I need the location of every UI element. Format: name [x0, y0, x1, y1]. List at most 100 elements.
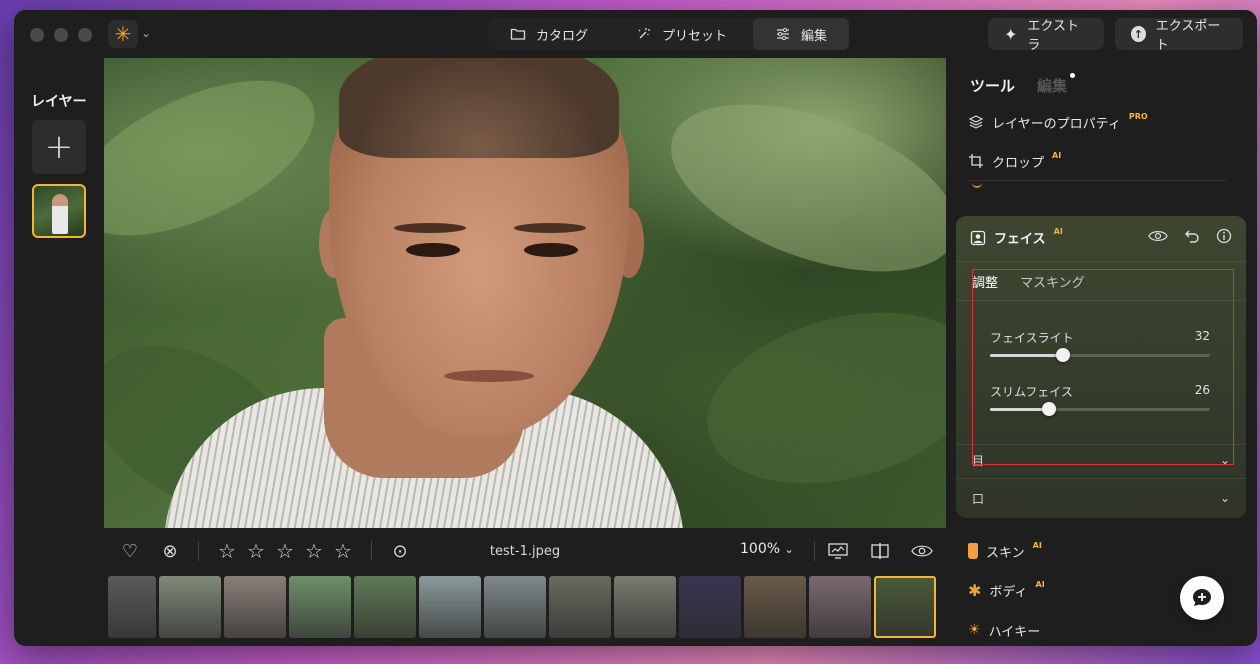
subject-mouth	[444, 370, 534, 382]
chevron-down-icon[interactable]: ⌄	[141, 26, 151, 40]
chat-support-button[interactable]	[1180, 576, 1224, 620]
extra-label: エクストラ	[1027, 19, 1080, 53]
subject-eye	[406, 243, 460, 257]
layers-title: レイヤー	[31, 94, 87, 110]
filmstrip-thumbnail[interactable]	[354, 576, 416, 638]
export-button[interactable]: ↑ エクスポート	[1115, 18, 1243, 53]
heart-icon[interactable]: ♡	[118, 539, 142, 563]
title-bar: ✳ ⌄ カタログ プリセット 編集 ✦ エクストラ ↑ エクスポート	[14, 10, 1257, 58]
window-zoom-button[interactable]	[78, 28, 92, 42]
star-icon-5[interactable]: ☆	[331, 539, 355, 563]
star-icon-2[interactable]: ☆	[244, 539, 268, 563]
upload-circle-icon: ↑	[1131, 26, 1146, 42]
filmstrip-thumbnail[interactable]	[874, 576, 936, 638]
tab-edit-history-label: 編集	[1037, 77, 1068, 95]
tab-presets[interactable]: プリセット	[614, 18, 749, 50]
pro-badge: PRO	[1128, 111, 1148, 121]
ai-badge: AI	[1035, 579, 1045, 589]
unsaved-dot	[1070, 73, 1076, 78]
filmstrip-thumbnail[interactable]	[224, 576, 286, 638]
more-options-icon[interactable]: ⊙	[388, 539, 412, 563]
app-logo-button[interactable]: ✳	[108, 20, 138, 48]
palm-frond	[688, 284, 946, 512]
tool-skin[interactable]: スキン AI	[968, 538, 1042, 564]
filmstrip-thumbnail[interactable]	[108, 576, 156, 638]
face-tool-title: フェイス	[994, 232, 1046, 247]
sun-logo-icon: ✳	[114, 22, 132, 46]
add-layer-button[interactable]: +	[32, 120, 86, 174]
eye-preview-icon[interactable]	[910, 539, 934, 563]
photo-canvas[interactable]	[104, 58, 946, 528]
filmstrip-thumbnail[interactable]	[549, 576, 611, 638]
folder-icon	[510, 28, 526, 40]
star-icon-3[interactable]: ☆	[273, 539, 297, 563]
subject-hair	[339, 58, 619, 158]
window-minimize-button[interactable]	[54, 28, 68, 42]
star-icon-4[interactable]: ☆	[302, 539, 326, 563]
tools-panel: ツール 編集 レイヤーのプロパティ PRO クロップ AI フェイス AI 調整…	[956, 58, 1246, 646]
subject-eye	[524, 243, 578, 257]
compare-split-icon[interactable]	[868, 539, 892, 563]
palm-frond	[649, 70, 946, 306]
divider	[198, 541, 199, 561]
eye-toggle-icon[interactable]	[1148, 228, 1168, 248]
tab-catalog[interactable]: カタログ	[488, 18, 610, 50]
filmstrip-thumbnail[interactable]	[809, 576, 871, 638]
filmstrip-thumbnail[interactable]	[484, 576, 546, 638]
filmstrip-thumbnail[interactable]	[679, 576, 741, 638]
extra-button[interactable]: ✦ エクストラ	[988, 18, 1104, 53]
divider	[814, 541, 815, 561]
reset-undo-icon[interactable]	[1184, 228, 1200, 248]
tab-presets-label: プリセット	[662, 28, 728, 44]
face-portrait-icon	[970, 230, 986, 245]
reject-icon[interactable]: ⊗	[158, 539, 182, 563]
tool-high-key-label: ハイキー	[988, 624, 1041, 640]
subject-brow	[514, 223, 586, 233]
skin-bottle-icon	[968, 543, 978, 559]
divider	[956, 261, 1246, 262]
layer-thumbnail[interactable]	[32, 184, 86, 238]
plus-icon: +	[44, 127, 74, 167]
tool-crop[interactable]: クロップ AI	[968, 148, 1061, 174]
palm-frond	[104, 58, 338, 268]
tab-edit[interactable]: 編集	[753, 18, 850, 50]
filmstrip-thumbnail[interactable]	[614, 576, 676, 638]
mode-tabs: カタログ プリセット 編集	[488, 18, 850, 50]
sun-icon: ☀	[968, 622, 981, 638]
star-icon-1[interactable]: ☆	[215, 539, 239, 563]
info-icon[interactable]	[1216, 228, 1232, 248]
tool-layer-properties[interactable]: レイヤーのプロパティ PRO	[968, 109, 1148, 135]
face-tool-header[interactable]: フェイス AI	[970, 227, 1063, 247]
photo-toolbar: test-1.jpeg ♡ ⊗ ☆ ☆ ☆ ☆ ☆ ⊙ 100% ⌄	[104, 528, 946, 574]
sparkle-icon: ✦	[1004, 24, 1018, 44]
filmstrip	[108, 576, 944, 640]
tab-edit-history[interactable]: 編集	[1037, 73, 1076, 96]
crop-icon	[969, 154, 983, 168]
tool-body[interactable]: ✱ ボディ AI	[968, 577, 1045, 603]
divider	[371, 541, 372, 561]
highlight-box	[972, 269, 1234, 465]
filmstrip-thumbnail[interactable]	[419, 576, 481, 638]
filmstrip-thumbnail[interactable]	[289, 576, 351, 638]
section-mouth-label: 口	[972, 491, 985, 506]
layers-panel: レイヤー +	[14, 58, 104, 646]
tab-tools[interactable]: ツール	[970, 75, 1015, 96]
layers-icon	[968, 115, 984, 129]
filmstrip-thumbnail[interactable]	[159, 576, 221, 638]
tool-skin-label: スキン	[986, 545, 1025, 561]
tool-high-key[interactable]: ☀ ハイキー	[968, 617, 1040, 643]
ai-badge: AI	[1053, 227, 1063, 236]
histogram-icon[interactable]	[826, 539, 850, 563]
body-figure-icon: ✱	[968, 580, 982, 600]
tab-edit-label: 編集	[801, 28, 828, 44]
zoom-value: 100%	[740, 541, 781, 557]
chevron-down-icon: ⌄	[784, 543, 794, 556]
tool-crop-label: クロップ	[992, 155, 1045, 171]
window-close-button[interactable]	[30, 28, 44, 42]
layer-thumbnail-image	[52, 194, 68, 234]
filmstrip-thumbnail[interactable]	[744, 576, 806, 638]
zoom-dropdown[interactable]: 100% ⌄	[740, 541, 794, 557]
app-window: ✳ ⌄ カタログ プリセット 編集 ✦ エクストラ ↑ エクスポート レイヤー …	[14, 10, 1257, 646]
section-mouth[interactable]: 口 ⌄	[972, 486, 1230, 510]
export-label: エクスポート	[1155, 19, 1221, 53]
